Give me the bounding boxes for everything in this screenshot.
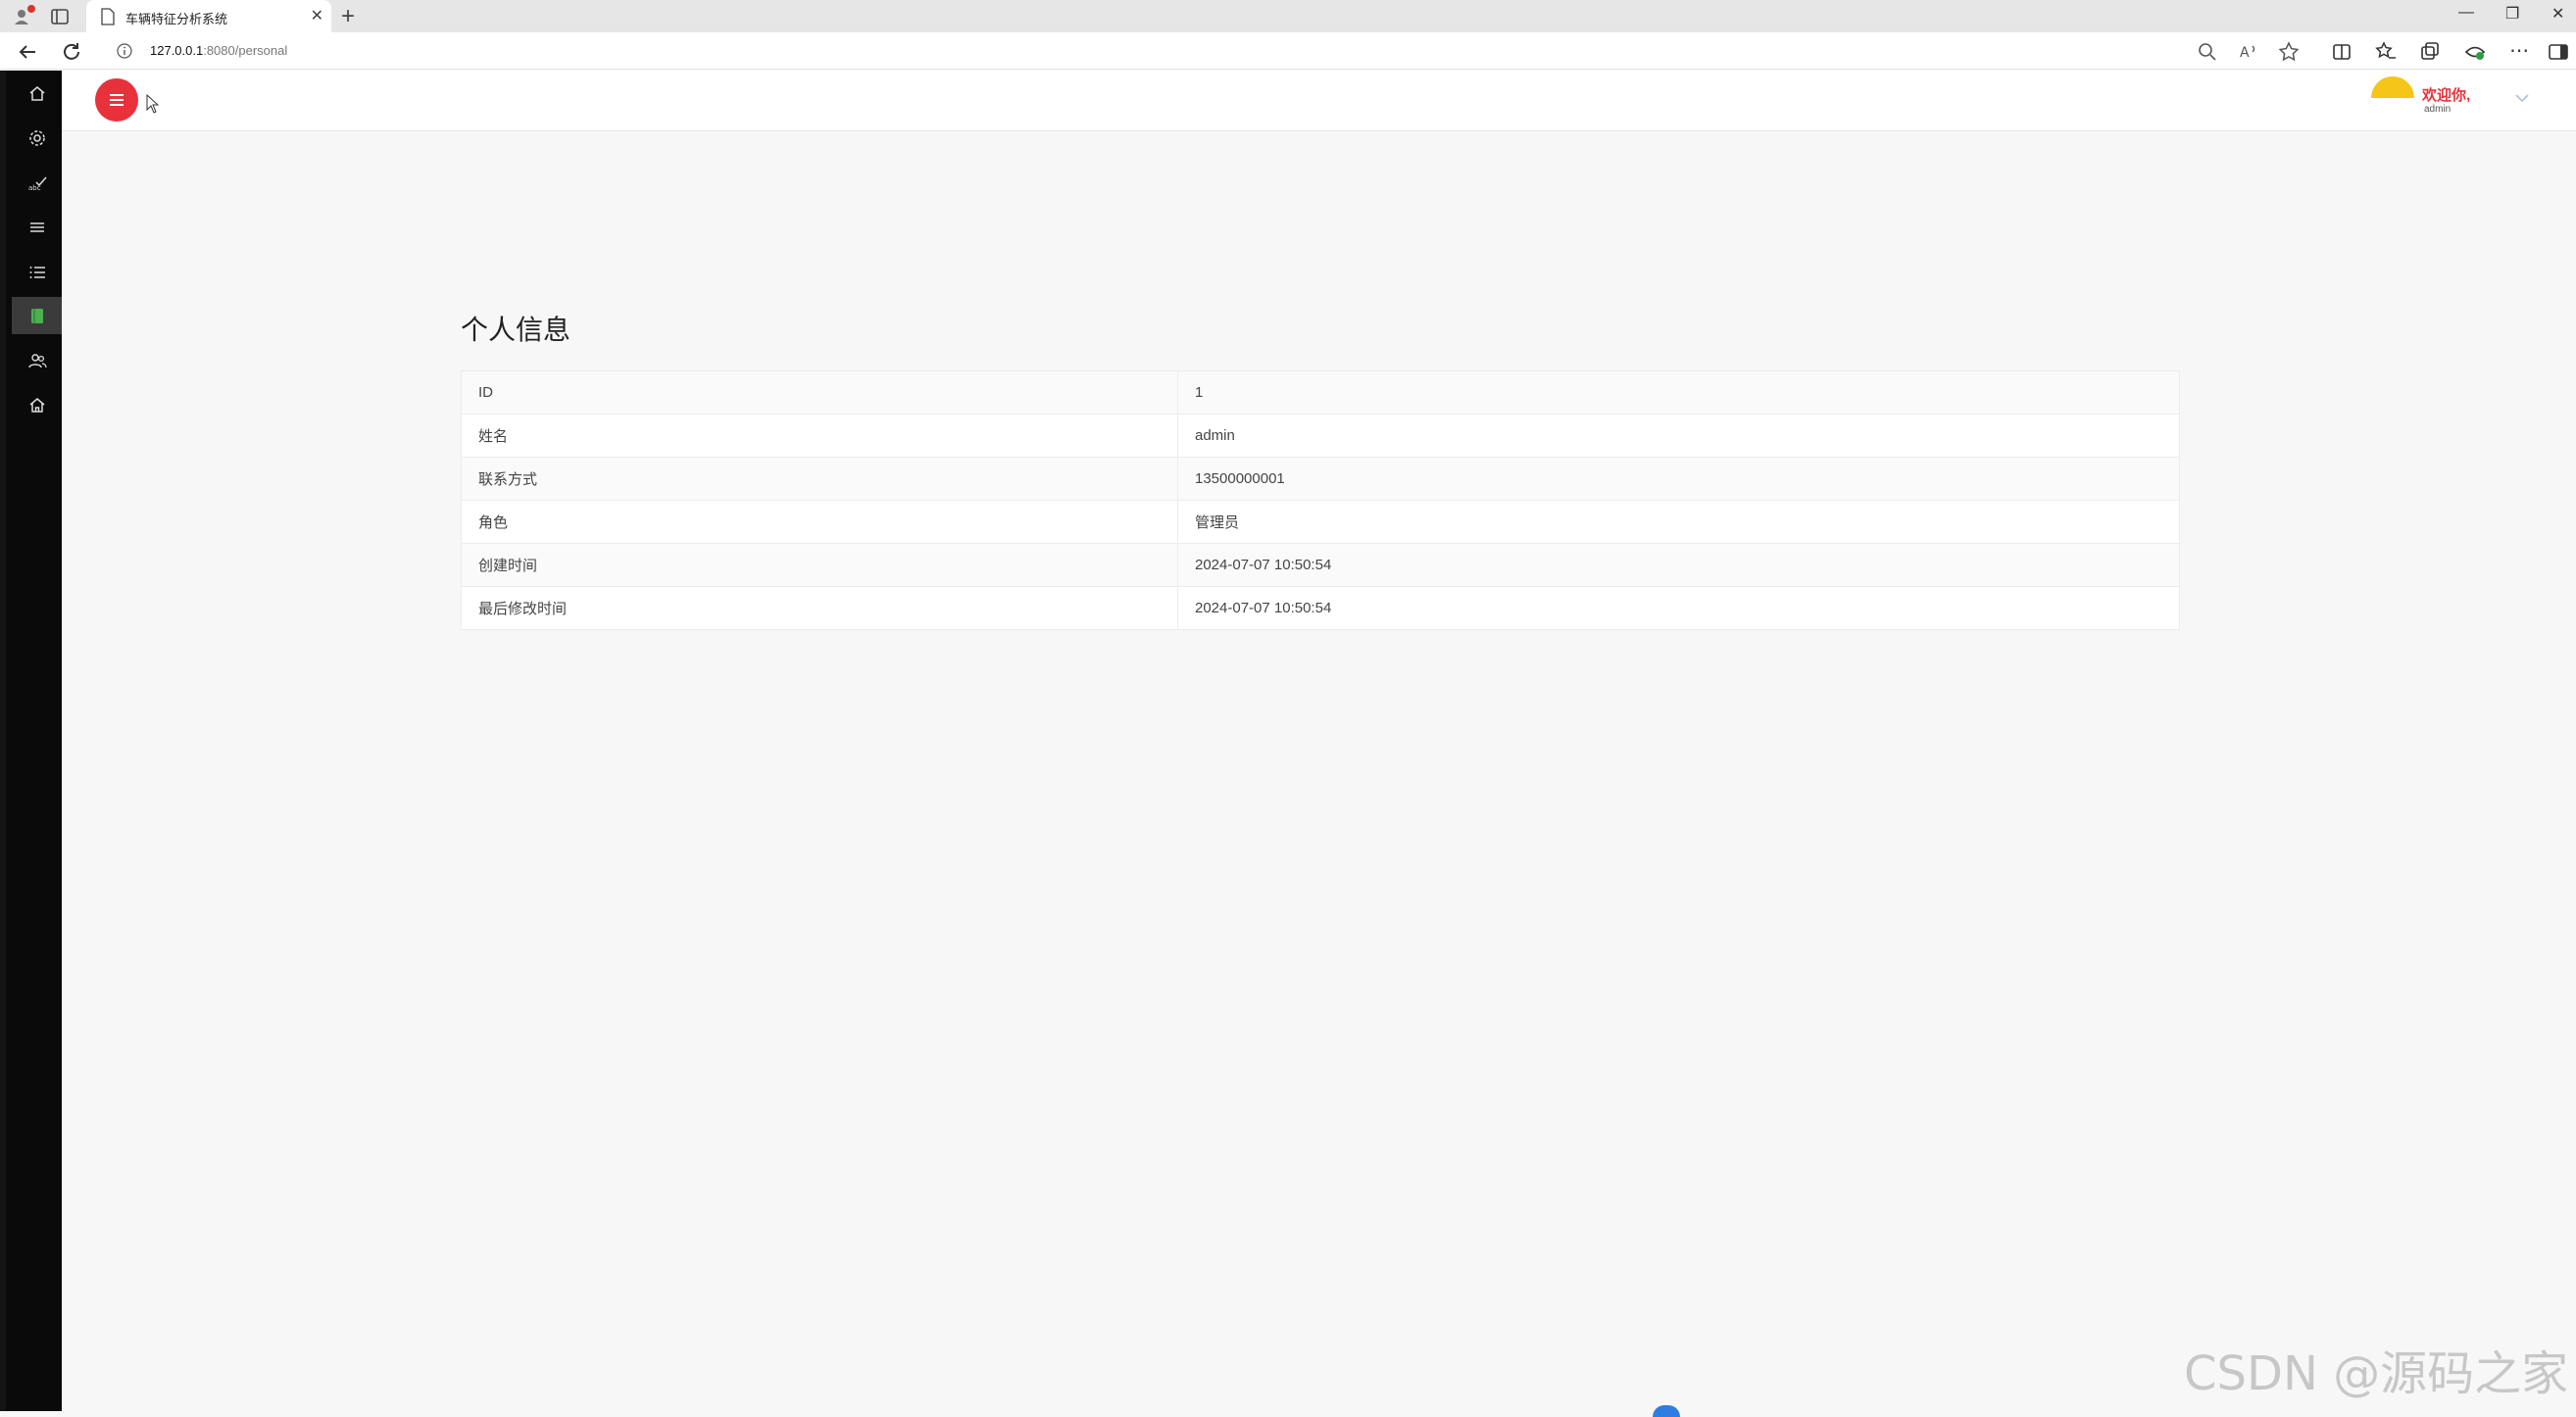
url-input[interactable]: 127.0.0.1:8080/personal (103, 36, 2308, 66)
row-value: 管理员 (1177, 500, 2180, 544)
browser-tab-strip: 车辆特征分析系统 ✕ + — ❐ ✕ (0, 0, 2576, 32)
site-info-icon[interactable] (117, 43, 132, 59)
sidebar-item-home[interactable] (12, 74, 62, 112)
sidebar-item-personal[interactable] (12, 297, 62, 334)
sidebar-toggle-icon[interactable] (2547, 40, 2570, 64)
book-icon (30, 309, 43, 323)
row-label: 角色 (461, 500, 1178, 544)
sidebar-item-spellcheck[interactable]: abc (12, 165, 62, 202)
table-row: 联系方式 13500000001 (461, 457, 2180, 501)
sidebar-item-home-alt[interactable] (12, 386, 62, 423)
close-tab-icon[interactable]: ✕ (311, 6, 323, 25)
restore-icon[interactable]: ❐ (2505, 4, 2519, 24)
table-row: 创建时间 2024-07-07 10:50:54 (461, 543, 2180, 587)
row-label: 创建时间 (461, 543, 1178, 587)
reload-icon[interactable] (60, 40, 83, 64)
new-tab-icon[interactable]: + (341, 3, 355, 30)
collections-icon[interactable] (2418, 40, 2442, 64)
tab-actions-icon[interactable] (49, 6, 71, 27)
sidebar: abc (0, 71, 62, 1411)
page-title: 个人信息 (461, 315, 571, 345)
table-row: 角色 管理员 (461, 500, 2180, 544)
row-label: ID (461, 370, 1178, 415)
tab-title: 车辆特征分析系统 (125, 12, 228, 26)
sidebar-item-list[interactable] (12, 254, 62, 291)
favorite-star-icon[interactable] (2277, 40, 2301, 64)
app-header: 欢迎你, admin (62, 71, 2576, 131)
table-row: ID 1 (461, 370, 2180, 415)
row-label: 联系方式 (461, 457, 1178, 501)
split-screen-icon[interactable] (2330, 40, 2353, 64)
profile-icon[interactable] (12, 5, 35, 27)
watermark: CSDN @源码之家 (2184, 1346, 2569, 1401)
hamburger-icon (110, 94, 124, 106)
welcome-text: 欢迎你, (2422, 87, 2471, 104)
row-value: 2024-07-07 10:50:54 (1177, 586, 2180, 630)
avatar[interactable] (2371, 76, 2414, 98)
users-icon (27, 354, 47, 368)
app-container: abc 欢迎你, admin 个人信息 ID 1 姓名 admin 联系方式 135000… (0, 71, 2576, 1411)
sidebar-item-settings[interactable] (12, 120, 62, 157)
mouse-cursor-icon (146, 94, 160, 114)
row-value: 2024-07-07 10:50:54 (1177, 543, 2180, 587)
favorites-icon[interactable] (2374, 40, 2398, 64)
url-path: :8080/personal (203, 43, 288, 58)
row-value: admin (1177, 414, 2180, 458)
sidebar-item-menu[interactable] (12, 209, 62, 246)
notification-dot (27, 5, 35, 13)
read-aloud-icon[interactable]: A (2237, 40, 2260, 64)
address-bar: 127.0.0.1:8080/personal A ⋯ (0, 32, 2576, 70)
row-value: 13500000001 (1177, 457, 2180, 501)
extension-icon[interactable] (2463, 40, 2487, 64)
gear-icon (28, 130, 45, 146)
menu-lines-icon (29, 222, 44, 232)
svg-text:A: A (2240, 45, 2250, 61)
url-host: 127.0.0.1 (150, 43, 204, 58)
user-name: admin (2424, 104, 2452, 115)
browser-tab[interactable]: 车辆特征分析系统 ✕ (86, 0, 331, 32)
chevron-down-icon[interactable] (2512, 88, 2532, 108)
menu-toggle-button[interactable] (95, 78, 138, 122)
list-icon (29, 267, 45, 278)
row-label: 最后修改时间 (461, 586, 1178, 630)
row-value: 1 (1177, 370, 2180, 415)
spellcheck-icon: abc (28, 176, 47, 192)
table-row: 姓名 admin (461, 414, 2180, 458)
page-icon (101, 8, 115, 25)
table-row: 最后修改时间 2024-07-07 10:50:54 (461, 586, 2180, 630)
row-label: 姓名 (461, 414, 1178, 458)
home-icon (29, 86, 44, 101)
sidebar-item-users[interactable] (12, 342, 62, 379)
zoom-icon[interactable] (2196, 40, 2219, 64)
close-window-icon[interactable]: ✕ (2551, 4, 2564, 24)
home-outline-icon (29, 398, 44, 413)
more-options-icon[interactable]: ⋯ (2509, 38, 2529, 63)
back-icon[interactable] (16, 40, 39, 64)
personal-info-table: ID 1 姓名 admin 联系方式 13500000001 角色 管理员 创建时间 2024-0… (461, 370, 2180, 630)
minimize-icon[interactable]: — (2458, 4, 2474, 22)
